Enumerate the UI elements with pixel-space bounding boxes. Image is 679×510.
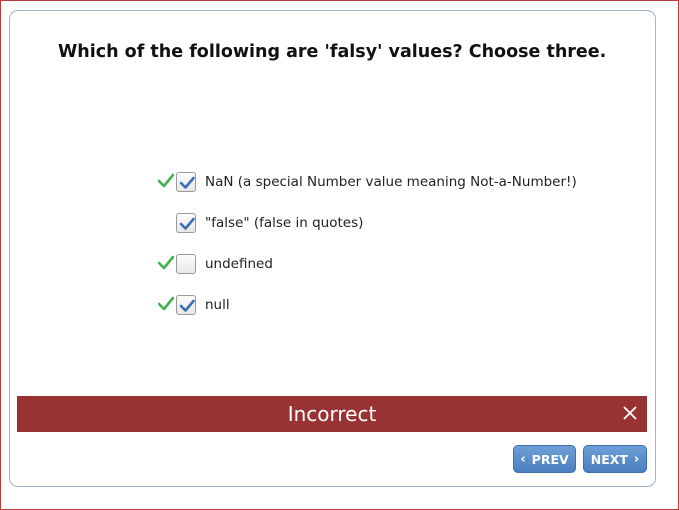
next-label: NEXT: [590, 451, 628, 467]
prev-button[interactable]: ‹ PREV: [513, 445, 576, 473]
option-false-string[interactable]: "false" (false in quotes): [155, 212, 595, 238]
correct-check-icon: [157, 255, 175, 271]
option-undefined[interactable]: undefined: [155, 253, 595, 279]
checkbox[interactable]: [176, 172, 196, 192]
correct-check-icon: [157, 296, 175, 312]
chevron-right-icon: ›: [633, 451, 640, 467]
chevron-left-icon: ‹: [520, 451, 526, 467]
next-button[interactable]: NEXT ›: [583, 445, 647, 473]
option-null[interactable]: null: [155, 294, 595, 320]
option-label: null: [205, 297, 230, 313]
feedback-banner: Incorrect: [17, 396, 647, 432]
correct-check-icon: [157, 173, 175, 189]
option-label: undefined: [205, 256, 273, 272]
option-label: NaN (a special Number value meaning Not-…: [205, 174, 577, 190]
question-text: Which of the following are 'falsy' value…: [58, 42, 607, 62]
checkbox[interactable]: [176, 254, 196, 274]
close-icon[interactable]: [623, 405, 637, 420]
feedback-text: Incorrect: [287, 402, 377, 426]
prev-label: PREV: [531, 451, 569, 467]
option-nan[interactable]: NaN (a special Number value meaning Not-…: [155, 171, 595, 197]
checkbox[interactable]: [176, 213, 196, 233]
option-label: "false" (false in quotes): [205, 215, 364, 231]
checkbox[interactable]: [176, 295, 196, 315]
